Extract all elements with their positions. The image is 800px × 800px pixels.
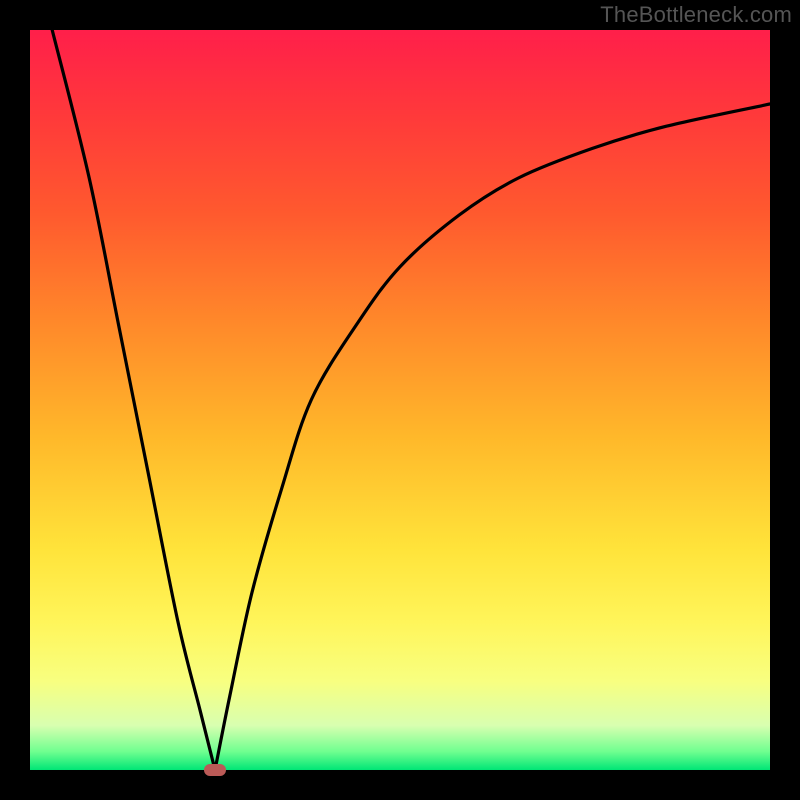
minimum-marker-icon [204,764,226,776]
curve [30,30,770,770]
watermark-text: TheBottleneck.com [600,2,792,28]
plot-area [30,30,770,770]
chart-frame: TheBottleneck.com [0,0,800,800]
